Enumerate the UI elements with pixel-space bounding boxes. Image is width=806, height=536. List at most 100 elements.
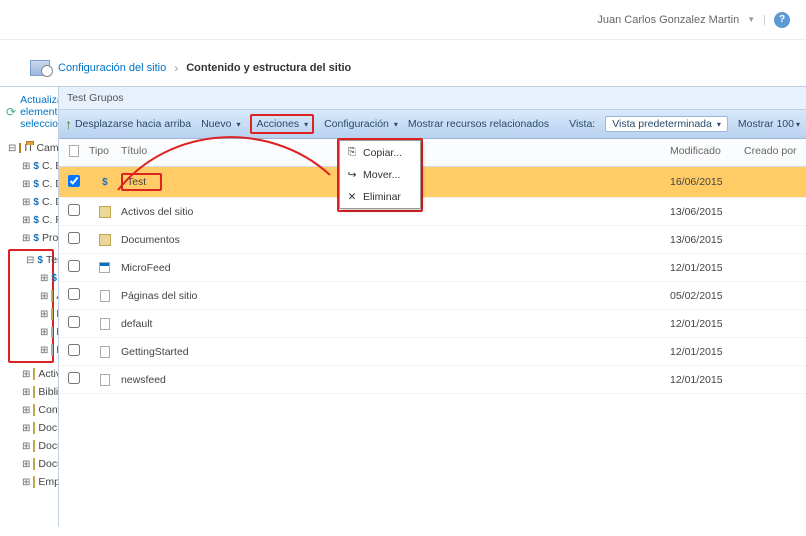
tree-item[interactable]: ⊞$Test: [10, 269, 52, 287]
copy-icon: ⎘: [346, 146, 358, 159]
row-checkbox[interactable]: [68, 175, 80, 187]
tree-item[interactable]: ⊞Activos del sitio: [10, 287, 52, 305]
row-checkbox[interactable]: [68, 288, 80, 300]
expand-toggle[interactable]: ⊞: [40, 291, 48, 302]
tree-item[interactable]: ⊞$C. Documentación: [6, 193, 58, 211]
expand-toggle[interactable]: ⊞: [22, 233, 30, 244]
library-icon: [33, 476, 35, 488]
row-checkbox[interactable]: [68, 260, 80, 272]
th-by[interactable]: Creado por: [744, 145, 806, 160]
tb-nuevo[interactable]: Nuevo: [201, 118, 240, 130]
menu-copiar[interactable]: ⎘ Copiar...: [340, 141, 420, 164]
tree-item[interactable]: ⊞Biblioteca de estilos: [6, 383, 58, 401]
tree-item[interactable]: ⊞$Proyectos: [6, 229, 58, 247]
table: Tipo Título Modificado Creado por $Test1…: [59, 139, 806, 527]
row-checkbox[interactable]: [68, 372, 80, 384]
menu-copiar-label: Copiar...: [363, 147, 402, 159]
row-checkbox-cell: [59, 204, 89, 219]
tree-item[interactable]: ⊞$C. Búsquedas: [6, 157, 58, 175]
tree-item[interactable]: ⊞ Documentos de la colección de sitios: [6, 455, 58, 473]
mostrar-count[interactable]: 100: [776, 118, 800, 130]
tree-item[interactable]: ⊞Doc. Digitalizada: [6, 419, 58, 437]
tree-item[interactable]: ⊞ Documentos: [6, 437, 58, 455]
table-row[interactable]: $Test16/06/2015: [59, 167, 806, 198]
expand-toggle[interactable]: ⊞: [22, 215, 30, 226]
row-checkbox[interactable]: [68, 232, 80, 244]
expand-toggle[interactable]: ⊞: [40, 309, 48, 320]
expand-toggle[interactable]: ⊞: [22, 179, 30, 190]
tree-item[interactable]: ⊞$C. Registros: [6, 211, 58, 229]
menu-eliminar-label: Eliminar: [363, 191, 401, 203]
row-checkbox-cell: [59, 372, 89, 387]
tree-root[interactable]: ⊟ IT Camps Comunidad Office 365: [6, 139, 58, 157]
row-checkbox[interactable]: [68, 316, 80, 328]
row-title[interactable]: newsfeed: [121, 374, 670, 386]
tree-test-grupos[interactable]: ⊟ $ Test Grupos: [10, 251, 52, 269]
tb-acciones[interactable]: Acciones: [256, 118, 308, 130]
row-title[interactable]: MicroFeed: [121, 262, 670, 274]
th-check[interactable]: [59, 145, 89, 160]
collapse-toggle[interactable]: ⊟: [8, 143, 16, 154]
row-type: $: [89, 176, 121, 188]
collapse-toggle[interactable]: ⊟: [26, 255, 34, 266]
menu-eliminar[interactable]: ✕ Eliminar: [340, 186, 420, 208]
tree-item[interactable]: ⊞Empresas: [6, 473, 58, 491]
table-row[interactable]: Activos del sitio13/06/2015: [59, 198, 806, 226]
subsite-icon: $: [33, 232, 39, 244]
tree-item[interactable]: ⊞Páginas del sitio: [10, 341, 52, 359]
tb-vista[interactable]: Vista predeterminada: [605, 116, 728, 132]
expand-toggle[interactable]: ⊞: [40, 273, 48, 284]
expand-toggle[interactable]: ⊞: [22, 197, 30, 208]
table-row[interactable]: newsfeed12/01/2015: [59, 366, 806, 394]
tree-item[interactable]: ⊞Contenido reutilizable: [6, 401, 58, 419]
refresh-link[interactable]: ⟳ Actualizar elemento seleccionado: [0, 91, 58, 133]
row-title[interactable]: Páginas del sitio: [121, 290, 670, 302]
breadcrumb-link[interactable]: Configuración del sitio: [58, 62, 166, 74]
row-type: [89, 290, 121, 302]
row-title[interactable]: Documentos: [121, 234, 670, 246]
expand-toggle[interactable]: ⊞: [22, 387, 30, 398]
expand-toggle[interactable]: ⊞: [22, 161, 30, 172]
table-row[interactable]: default12/01/2015: [59, 310, 806, 338]
expand-toggle[interactable]: ⊞: [40, 327, 48, 338]
table-row[interactable]: GettingStarted12/01/2015: [59, 338, 806, 366]
user-menu-caret[interactable]: ▼: [747, 15, 755, 24]
tb-up-label: Desplazarse hacia arriba: [75, 118, 191, 130]
expand-toggle[interactable]: ⊞: [22, 459, 30, 470]
tb-up[interactable]: ↑ Desplazarse hacia arriba: [65, 116, 191, 132]
tree-label: Test Grupos: [46, 254, 59, 266]
tb-mostrar[interactable]: Mostrar 100: [738, 118, 800, 130]
table-row[interactable]: Documentos13/06/2015: [59, 226, 806, 254]
library-icon: [33, 458, 35, 470]
table-row[interactable]: Páginas del sitio05/02/2015: [59, 282, 806, 310]
breadcrumb: Configuración del sitio › Contenido y es…: [0, 40, 806, 86]
tree-item[interactable]: ⊞MicroFeed: [10, 323, 52, 341]
tb-config[interactable]: Configuración: [324, 118, 398, 130]
expand-toggle[interactable]: ⊞: [40, 345, 48, 356]
expand-toggle[interactable]: ⊞: [22, 369, 30, 380]
expand-toggle[interactable]: ⊞: [22, 441, 30, 452]
expand-toggle[interactable]: ⊞: [22, 423, 30, 434]
tb-recursos[interactable]: Mostrar recursos relacionados: [408, 118, 549, 130]
help-icon[interactable]: ?: [774, 12, 790, 28]
row-modified: 12/01/2015: [670, 262, 744, 274]
tree-item[interactable]: ⊞ Activos del sitio: [6, 365, 58, 383]
row-title[interactable]: default: [121, 318, 670, 330]
tree-label: Documentos de la colección de sitios: [38, 458, 59, 470]
row-title[interactable]: GettingStarted: [121, 346, 670, 358]
row-checkbox[interactable]: [68, 204, 80, 216]
tree-label: Documentos: [38, 440, 59, 452]
username[interactable]: Juan Carlos Gonzalez Martin: [597, 14, 739, 26]
table-row[interactable]: MicroFeed12/01/2015: [59, 254, 806, 282]
tree-item[interactable]: ⊞$C. Decisional: [6, 175, 58, 193]
annotation-box-acciones: Acciones: [250, 114, 314, 134]
menu-mover[interactable]: ↪ Mover...: [340, 164, 420, 186]
tree-label: Activos del sitio: [38, 368, 59, 380]
tree-item[interactable]: ⊞Documentos: [10, 305, 52, 323]
expand-toggle[interactable]: ⊞: [22, 405, 30, 416]
mostrar-label: Mostrar: [738, 118, 774, 130]
th-mod[interactable]: Modificado: [670, 145, 744, 160]
expand-toggle[interactable]: ⊞: [22, 477, 30, 488]
row-checkbox[interactable]: [68, 344, 80, 356]
th-type[interactable]: Tipo: [89, 145, 121, 160]
